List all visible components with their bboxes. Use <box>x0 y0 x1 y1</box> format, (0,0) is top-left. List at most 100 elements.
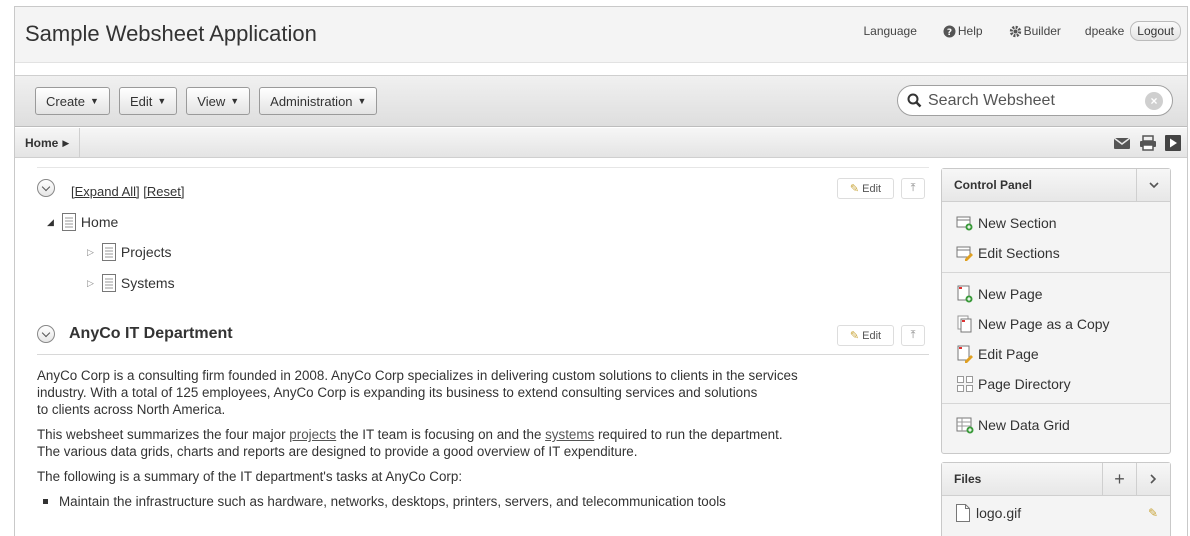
app-title: Sample Websheet Application <box>25 21 317 46</box>
chevron-right-icon[interactable] <box>1136 463 1170 495</box>
tree-node-projects[interactable]: ▷ Projects <box>87 243 172 261</box>
intro-paragraph: AnyCo Corp is a consulting firm founded … <box>37 367 929 418</box>
new-page-link[interactable]: New Page <box>942 279 1170 309</box>
new-page-label: New Page <box>978 286 1043 302</box>
search-placeholder: Search Websheet <box>928 91 1055 109</box>
page-icon <box>101 274 116 292</box>
text-fragment: required to run the department. <box>594 427 783 442</box>
breadcrumb-home-label: Home <box>25 136 59 150</box>
file-item[interactable]: logo.gif ✎ <box>942 496 1170 530</box>
new-section-link[interactable]: New Section <box>942 208 1170 238</box>
back-to-top-button[interactable]: ⤒ <box>901 325 925 346</box>
collapse-toggle-icon[interactable] <box>37 325 55 343</box>
builder-label: Builder <box>1023 24 1061 38</box>
help-label: Help <box>957 24 983 38</box>
tree-node-label: Systems <box>120 275 175 291</box>
menu-bar: Create ▼ Edit ▼ View ▼ Administration ▼ <box>35 87 386 115</box>
view-menu-label: View <box>197 93 226 109</box>
main-toolbar: Create ▼ Edit ▼ View ▼ Administration ▼ Sear… <box>15 75 1187 127</box>
new-data-grid-label: New Data Grid <box>978 417 1070 433</box>
caret-down-icon: ▼ <box>90 96 99 106</box>
create-menu-button[interactable]: Create ▼ <box>35 87 110 115</box>
files-panel-header: Files + <box>942 463 1170 496</box>
breadcrumb-home[interactable]: Home ▶ <box>15 128 81 158</box>
new-section-icon <box>956 216 973 231</box>
edit-label: Edit <box>862 182 882 195</box>
tree-controls: [Expand All] [Reset] <box>71 184 184 199</box>
help-icon: ? <box>943 25 956 38</box>
svg-text:?: ? <box>947 28 952 38</box>
administration-menu-label: Administration <box>270 93 353 109</box>
new-data-grid-link[interactable]: New Data Grid <box>942 410 1170 440</box>
data-grid-actions: New Data Grid <box>942 404 1170 444</box>
expanded-triangle-icon: ◢ <box>47 216 54 227</box>
print-icon[interactable] <box>1139 135 1157 156</box>
clear-search-icon[interactable]: × <box>1145 92 1163 110</box>
page-icon <box>101 243 116 261</box>
search-input[interactable]: Search Websheet × <box>897 85 1173 116</box>
chevron-down-icon[interactable] <box>1136 169 1170 201</box>
new-page-copy-link[interactable]: New Page as a Copy <box>942 309 1170 339</box>
presentation-play-icon[interactable] <box>1165 135 1181 156</box>
edit-navigation-button[interactable]: ✎ Edit <box>837 178 894 199</box>
expand-all-link[interactable]: [Expand All] <box>71 184 140 199</box>
add-file-icon[interactable]: + <box>1102 463 1136 495</box>
page-directory-label: Page Directory <box>978 376 1071 392</box>
systems-link[interactable]: systems <box>545 427 594 442</box>
header-links: Language ? Help Builder dpeake Logout <box>837 21 1181 41</box>
text-line: The various data grids, charts and repor… <box>37 444 638 459</box>
divider <box>37 167 929 168</box>
arrow-to-top-icon: ⤒ <box>910 329 916 341</box>
projects-link[interactable]: projects <box>289 427 336 442</box>
builder-link[interactable]: Builder <box>1009 24 1061 38</box>
summary-paragraph: This websheet summarizes the four major … <box>37 426 929 460</box>
text-line: AnyCo Corp is a consulting firm founded … <box>37 368 798 383</box>
tree-node-systems[interactable]: ▷ Systems <box>87 274 175 292</box>
copy-page-icon <box>957 315 972 333</box>
email-icon[interactable] <box>1113 135 1131 156</box>
reset-link[interactable]: [Reset] <box>143 184 184 199</box>
text-line: to clients across North America. <box>37 402 226 417</box>
page-directory-icon <box>957 376 973 392</box>
file-icon <box>956 504 970 522</box>
arrow-to-top-icon: ⤒ <box>910 182 916 194</box>
edit-menu-label: Edit <box>129 93 153 109</box>
control-panel-header: Control Panel <box>942 169 1170 202</box>
edit-page-icon <box>957 345 973 363</box>
edit-page-link[interactable]: Edit Page <box>942 339 1170 369</box>
pencil-icon[interactable]: ✎ <box>1148 506 1158 520</box>
pencil-icon: ✎ <box>849 183 860 195</box>
files-panel-title: Files <box>954 472 982 486</box>
page-actions-group: New Page New Page as a Copy Edit Page Pa… <box>942 273 1170 404</box>
logout-button[interactable]: Logout <box>1130 21 1181 41</box>
new-page-copy-label: New Page as a Copy <box>978 316 1110 332</box>
username: dpeake <box>1084 24 1125 38</box>
language-link[interactable]: Language <box>863 24 916 38</box>
administration-menu-button[interactable]: Administration ▼ <box>259 87 378 115</box>
files-panel: Files + logo.gif ✎ <box>941 462 1171 536</box>
new-section-label: New Section <box>978 215 1057 231</box>
edit-section-button[interactable]: ✎ Edit <box>837 325 894 346</box>
section-actions: New Section Edit Sections <box>942 202 1170 273</box>
help-link[interactable]: ? Help <box>943 24 983 38</box>
tree-node-label: Home <box>80 214 119 230</box>
caret-down-icon: ▼ <box>357 96 367 106</box>
back-to-top-button[interactable]: ⤒ <box>901 178 925 199</box>
page-actions <box>1105 135 1181 156</box>
search-icon <box>907 93 922 108</box>
tasks-intro: The following is a summary of the IT dep… <box>37 469 463 484</box>
tree-node-home[interactable]: ◢ Home <box>47 213 118 231</box>
collapse-toggle-icon[interactable] <box>37 179 55 197</box>
create-menu-label: Create <box>46 93 86 109</box>
section-body: AnyCo Corp is a consulting firm founded … <box>37 367 929 510</box>
page-directory-link[interactable]: Page Directory <box>942 369 1170 399</box>
caret-down-icon: ▼ <box>157 96 167 106</box>
view-menu-button[interactable]: View ▼ <box>186 87 251 115</box>
edit-menu-button[interactable]: Edit ▼ <box>118 87 178 115</box>
list-item: Maintain the infrastructure such as hard… <box>37 493 929 510</box>
collapsed-triangle-icon: ▷ <box>87 277 94 288</box>
edit-sections-link[interactable]: Edit Sections <box>942 238 1170 268</box>
app-header: Sample Websheet Application Language ? H… <box>15 7 1187 63</box>
gear-icon <box>1009 25 1021 37</box>
breadcrumb-bar: Home ▶ <box>15 128 1187 158</box>
